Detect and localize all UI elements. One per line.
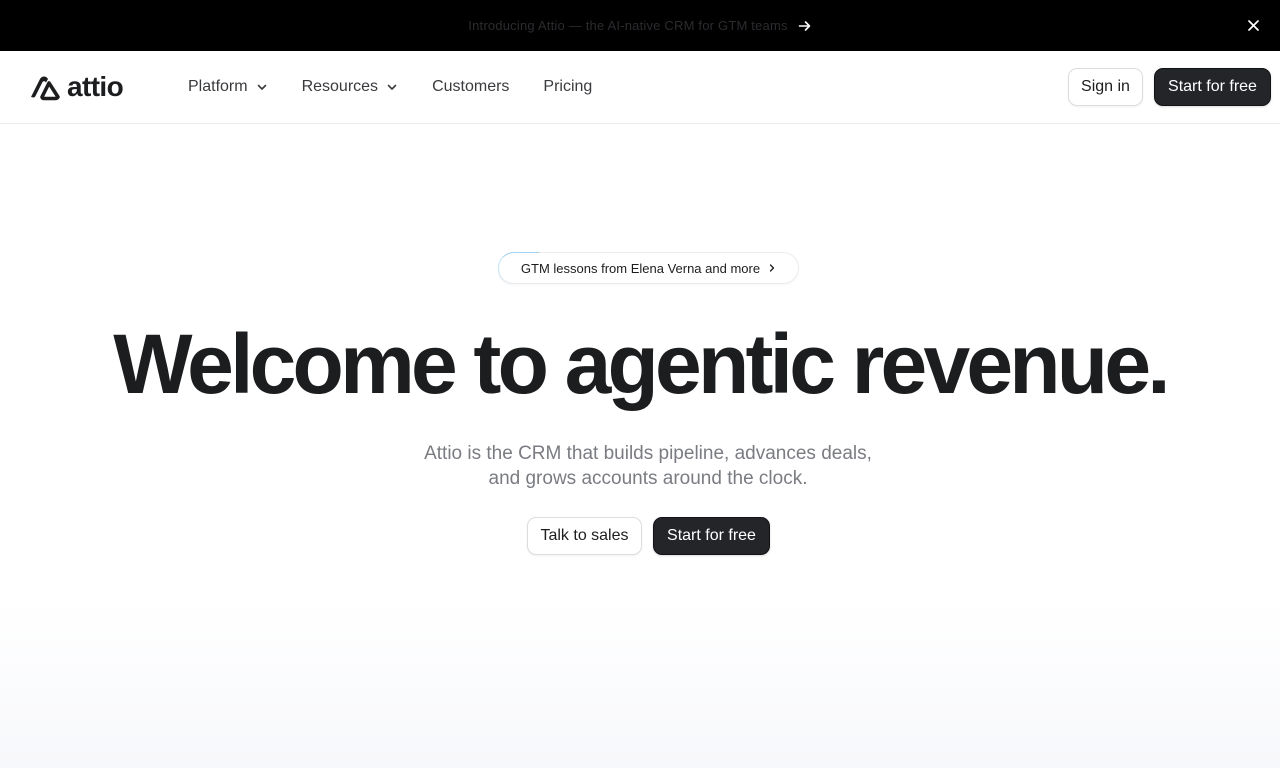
talk-to-sales-button[interactable]: Talk to sales <box>527 517 642 555</box>
hero-title: Welcome to agentic revenue. <box>113 317 1170 411</box>
hero-start-for-free-button[interactable]: Start for free <box>653 517 770 555</box>
nav-item-resources[interactable]: Resources <box>302 76 398 98</box>
sign-in-button[interactable]: Sign in <box>1068 68 1143 106</box>
logo[interactable]: attio <box>29 71 124 102</box>
arrow-right-icon <box>798 20 811 31</box>
announcement-text: Introducing Attio — the AI-native CRM fo… <box>468 18 788 33</box>
attio-logo-mark-icon <box>31 76 60 101</box>
hero-fade-background <box>0 600 1280 768</box>
nav-item-platform[interactable]: Platform <box>188 76 268 98</box>
chevron-down-icon <box>257 84 266 90</box>
nav-item-customers[interactable]: Customers <box>432 76 509 98</box>
chevron-down-icon <box>387 84 397 90</box>
announcement-pill[interactable]: GTM lessons from Elena Verna and more <box>498 252 799 285</box>
nav-item-pricing[interactable]: Pricing <box>543 76 592 98</box>
logo-wordmark: attio <box>67 71 124 102</box>
announcement-bar: Introducing Attio — the AI-native CRM fo… <box>0 0 1280 51</box>
nav-item-label: Resources <box>301 78 379 95</box>
announcement-link[interactable]: Introducing Attio — the AI-native CRM fo… <box>468 18 811 33</box>
hero-subtitle: Attio is the CRM that builds pipeline, a… <box>424 443 872 489</box>
chevron-right-icon <box>769 264 775 272</box>
nav-item-label: Customers <box>432 78 510 95</box>
pill-text: GTM lessons from Elena Verna and more <box>520 260 761 276</box>
close-announcement-button[interactable] <box>1245 17 1262 34</box>
nav-item-label: Platform <box>188 78 248 95</box>
nav-item-label: Pricing <box>543 78 593 95</box>
start-for-free-button[interactable]: Start for free <box>1154 68 1271 106</box>
main-nav: Platform Resources Customers Pricing <box>188 76 592 98</box>
close-icon <box>1248 20 1259 31</box>
site-header: attio Platform Resources Customers Prici… <box>0 51 1280 124</box>
